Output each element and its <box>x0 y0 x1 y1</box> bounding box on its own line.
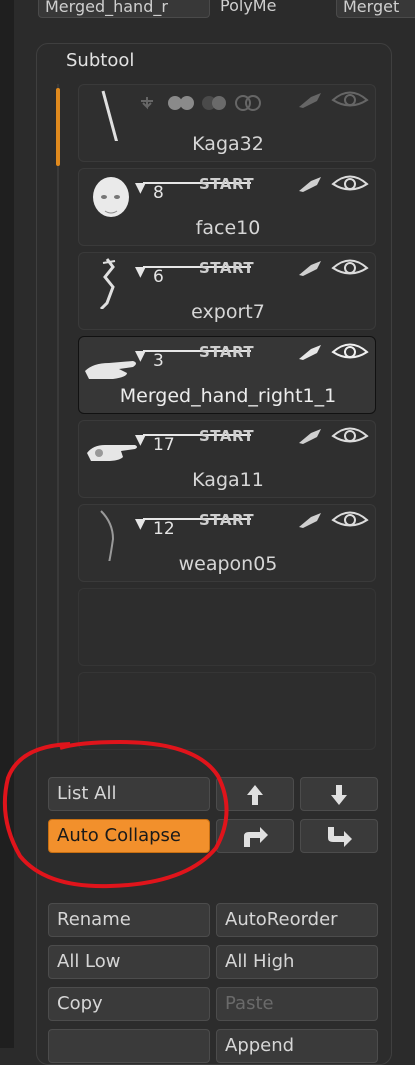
scrollbar-thumb[interactable] <box>56 88 60 166</box>
auto-reorder-button[interactable]: AutoReorder <box>216 903 378 937</box>
scrollbar-track[interactable] <box>57 84 59 744</box>
visibility-eye-icon[interactable] <box>331 257 369 279</box>
arrow-turn-down-right-icon <box>328 827 352 847</box>
arrow-down-icon <box>331 785 347 805</box>
visibility-eye-icon[interactable] <box>331 341 369 363</box>
subtool-row-export7[interactable]: ▼ 6 START export7 <box>78 252 376 330</box>
subtool-name: Kaga32 <box>192 133 264 155</box>
merge-mode-icons <box>141 95 261 111</box>
visibility-eye-icon[interactable] <box>331 173 369 195</box>
start-label: START <box>199 427 255 445</box>
subtool-name: Kaga11 <box>192 469 264 491</box>
copy-button[interactable]: Copy <box>48 987 210 1021</box>
all-low-button[interactable]: All Low <box>48 945 210 979</box>
subtool-row-kaga11[interactable]: ▼ 17 START Kaga11 <box>78 420 376 498</box>
move-down-right-button[interactable] <box>300 819 378 853</box>
subtool-name: face10 <box>195 217 261 239</box>
top-toolbar: Merged_hand_r PolyMe Merget <box>38 0 415 22</box>
append-button[interactable]: Append <box>216 1029 378 1063</box>
rename-button[interactable]: Rename <box>48 903 210 937</box>
polypaint-brush-icon[interactable] <box>297 427 323 445</box>
polypaint-brush-icon[interactable] <box>297 175 323 193</box>
all-high-button[interactable]: All High <box>216 945 378 979</box>
start-label: START <box>199 259 255 277</box>
paste-button[interactable]: Paste <box>216 987 378 1021</box>
subtool-row-weapon05[interactable]: ▼ 12 START weapon05 <box>78 504 376 582</box>
polypaint-brush-icon[interactable] <box>297 511 323 529</box>
visibility-eye-icon[interactable] <box>331 425 369 447</box>
start-label: START <box>199 511 255 529</box>
toolbar-polymesh-label[interactable]: PolyMe <box>214 0 336 18</box>
subtool-empty-slot[interactable] <box>78 588 376 666</box>
subtool-name: Merged_hand_right1_1 <box>119 385 337 407</box>
toolbar-subtool-name[interactable]: Merged_hand_r <box>38 0 210 18</box>
polypaint-brush-icon[interactable] <box>297 343 323 361</box>
subtool-name: export7 <box>191 301 265 323</box>
visibility-eye-icon[interactable] <box>331 89 369 111</box>
arrow-up-icon <box>247 785 263 805</box>
panel-title: Subtool <box>66 50 135 71</box>
blank-button[interactable] <box>48 1029 210 1063</box>
subtool-row-face10[interactable]: ▼ 8 START face10 <box>78 168 376 246</box>
subtool-row-merged-hand-right[interactable]: ▼ 3 START Merged_hand_right1_1 <box>78 336 376 414</box>
subtool-name: weapon05 <box>178 553 278 575</box>
visibility-eye-icon[interactable] <box>331 509 369 531</box>
toolbar-merge-button[interactable]: Merget <box>336 0 415 18</box>
start-label: START <box>199 175 255 193</box>
move-down-button[interactable] <box>300 777 378 811</box>
polypaint-brush-icon[interactable] <box>297 259 323 277</box>
arrow-turn-right-icon <box>244 827 268 847</box>
annotation-circle <box>2 739 229 889</box>
polypaint-brush-icon[interactable] <box>297 91 323 109</box>
start-label: START <box>199 343 255 361</box>
subtool-row-kaga32[interactable]: Kaga32 <box>78 84 376 162</box>
